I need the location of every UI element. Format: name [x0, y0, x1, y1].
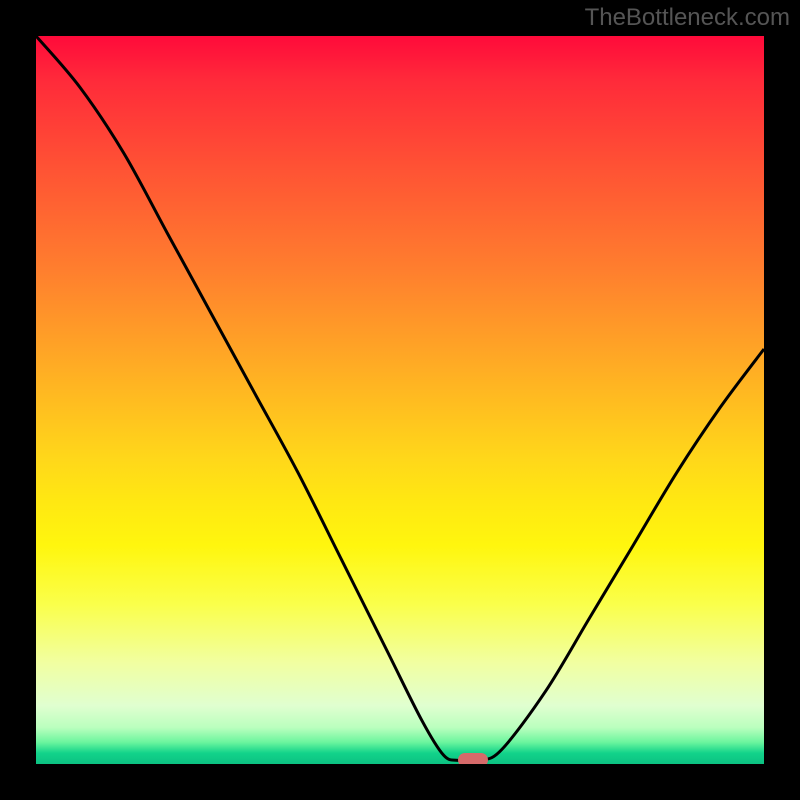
optimum-marker: [458, 753, 488, 764]
chart-container: TheBottleneck.com: [0, 0, 800, 800]
plot-area: [36, 36, 764, 764]
curve-path: [36, 36, 764, 761]
bottleneck-curve: [36, 36, 764, 764]
watermark-label: TheBottleneck.com: [585, 4, 790, 32]
